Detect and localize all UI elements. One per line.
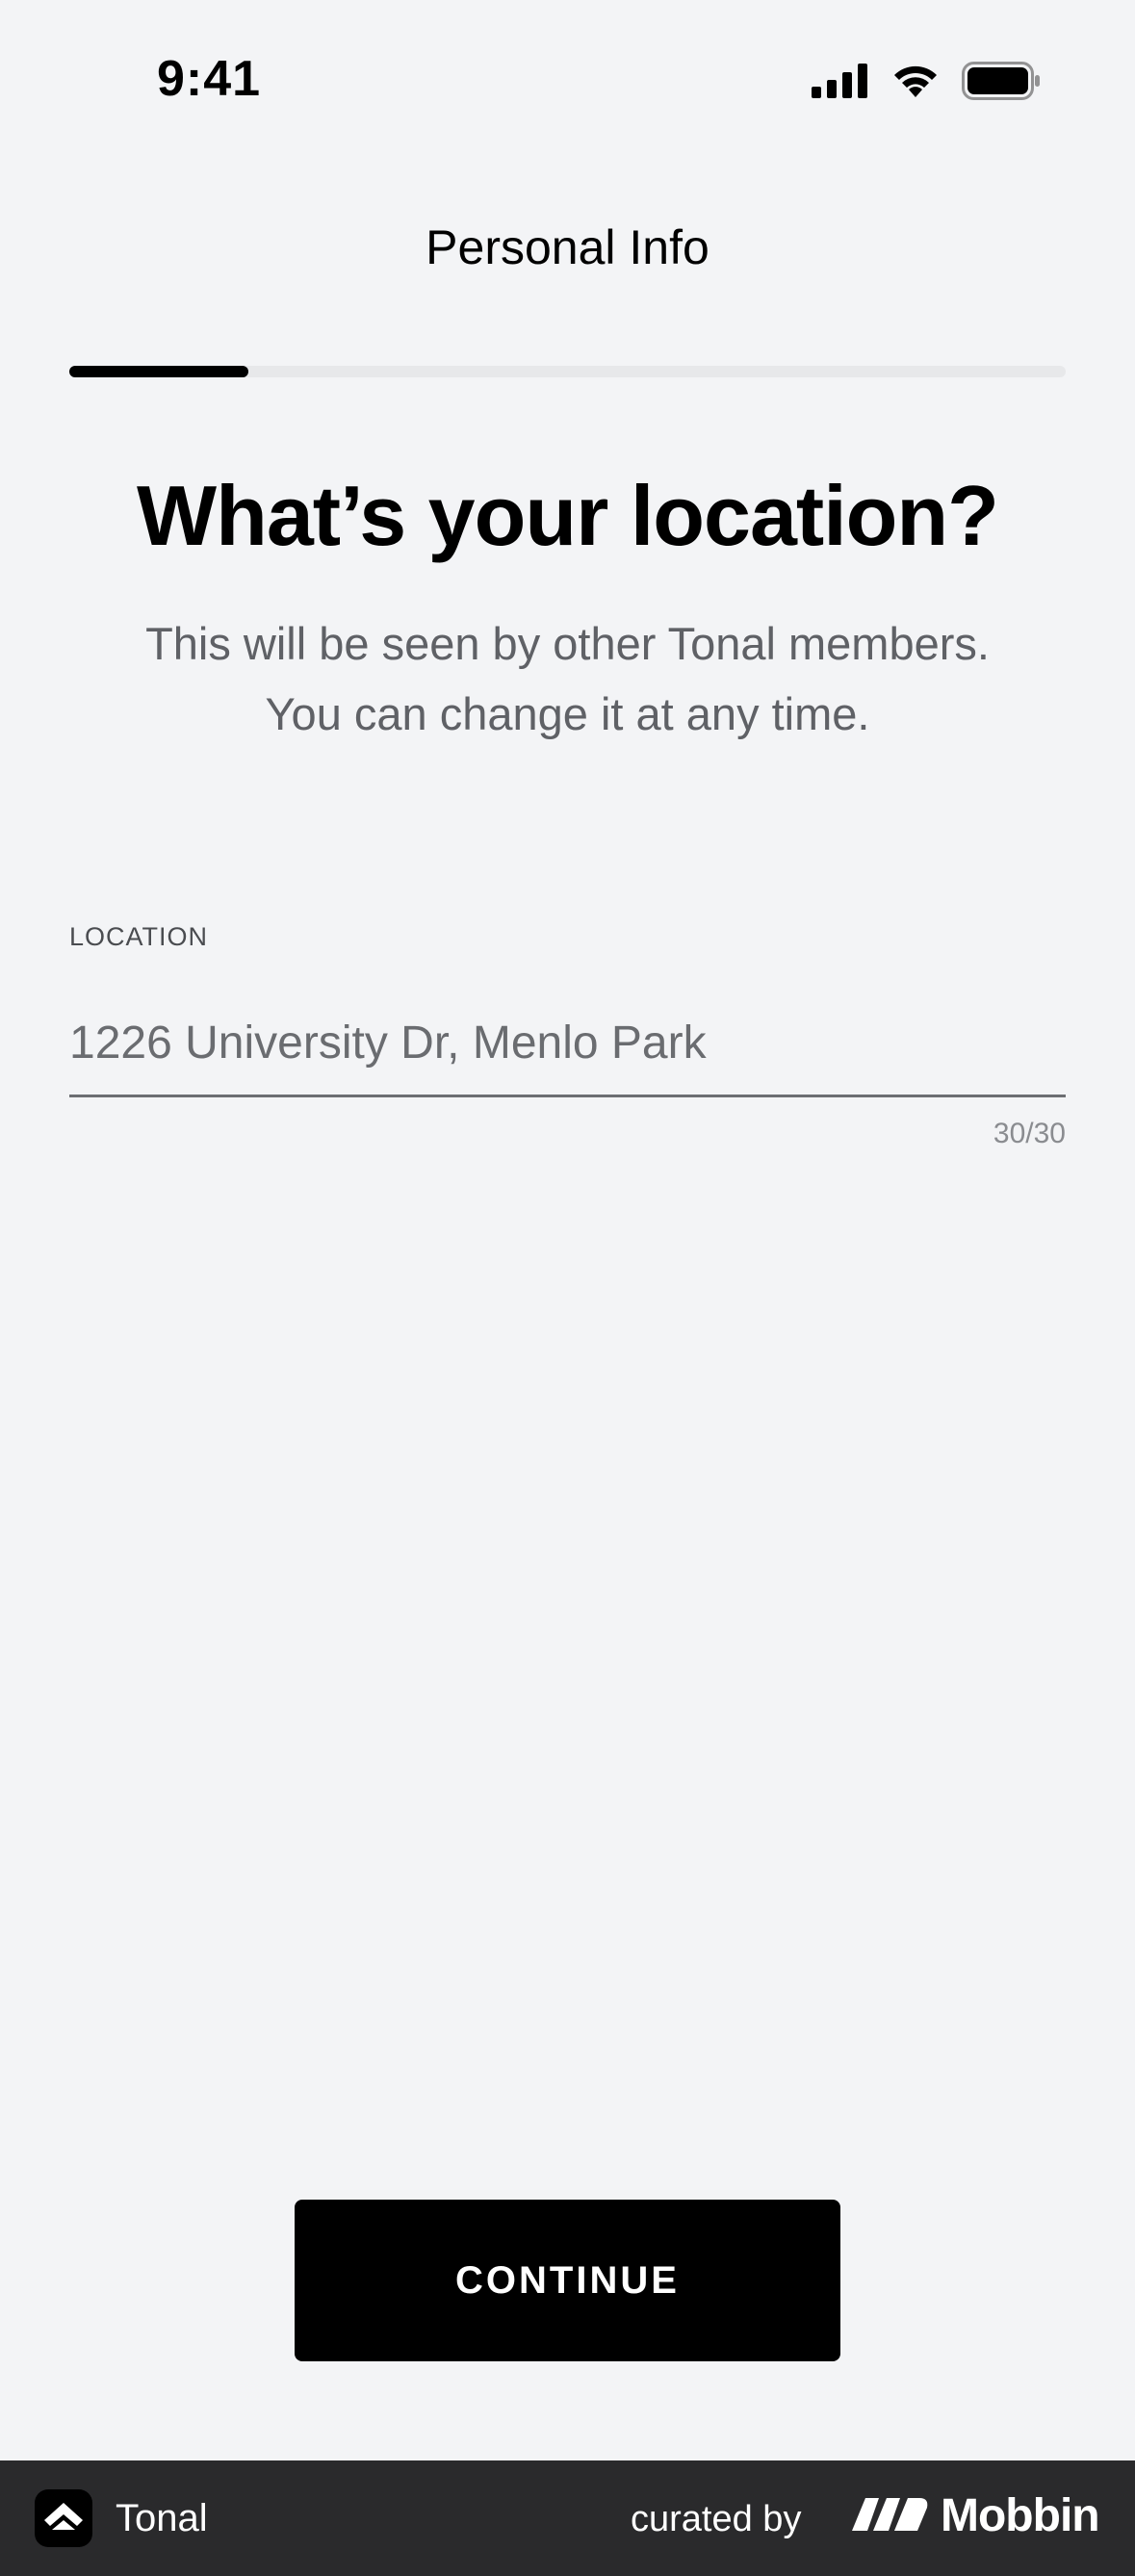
mobbin-logo-icon [852, 2494, 929, 2537]
location-input[interactable] [69, 992, 1066, 1097]
progress-bar-fill [69, 366, 249, 377]
progress-bar [69, 366, 1066, 377]
subtitle-line-2: You can change it at any time. [265, 688, 870, 739]
mobbin-brand-name: Mobbin [941, 2490, 1100, 2541]
status-bar: 9:41 [0, 0, 1135, 173]
footer-app-name: Tonal [116, 2497, 208, 2539]
cellular-signal-icon [812, 64, 869, 103]
status-time: 9:41 [157, 51, 262, 107]
tonal-app-icon [35, 2489, 92, 2547]
status-icons [812, 62, 1041, 105]
footer-bar: Tonal curated by Mobbin [0, 2460, 1135, 2576]
wifi-icon [890, 63, 941, 104]
battery-icon [962, 62, 1041, 105]
footer-curated-by: curated by [631, 2499, 802, 2539]
location-field-label: LOCATION [69, 922, 209, 951]
mobbin-logo: Mobbin [852, 2489, 1100, 2542]
subtitle-line-1: This will be seen by other Tonal members… [145, 618, 990, 669]
character-counter: 30/30 [993, 1118, 1066, 1149]
page-title: Personal Info [426, 220, 709, 274]
continue-button[interactable]: CONTINUE [295, 2200, 840, 2361]
question-heading: What’s your location? [137, 468, 999, 563]
question-subtitle: This will be seen by other Tonal members… [0, 608, 1135, 749]
